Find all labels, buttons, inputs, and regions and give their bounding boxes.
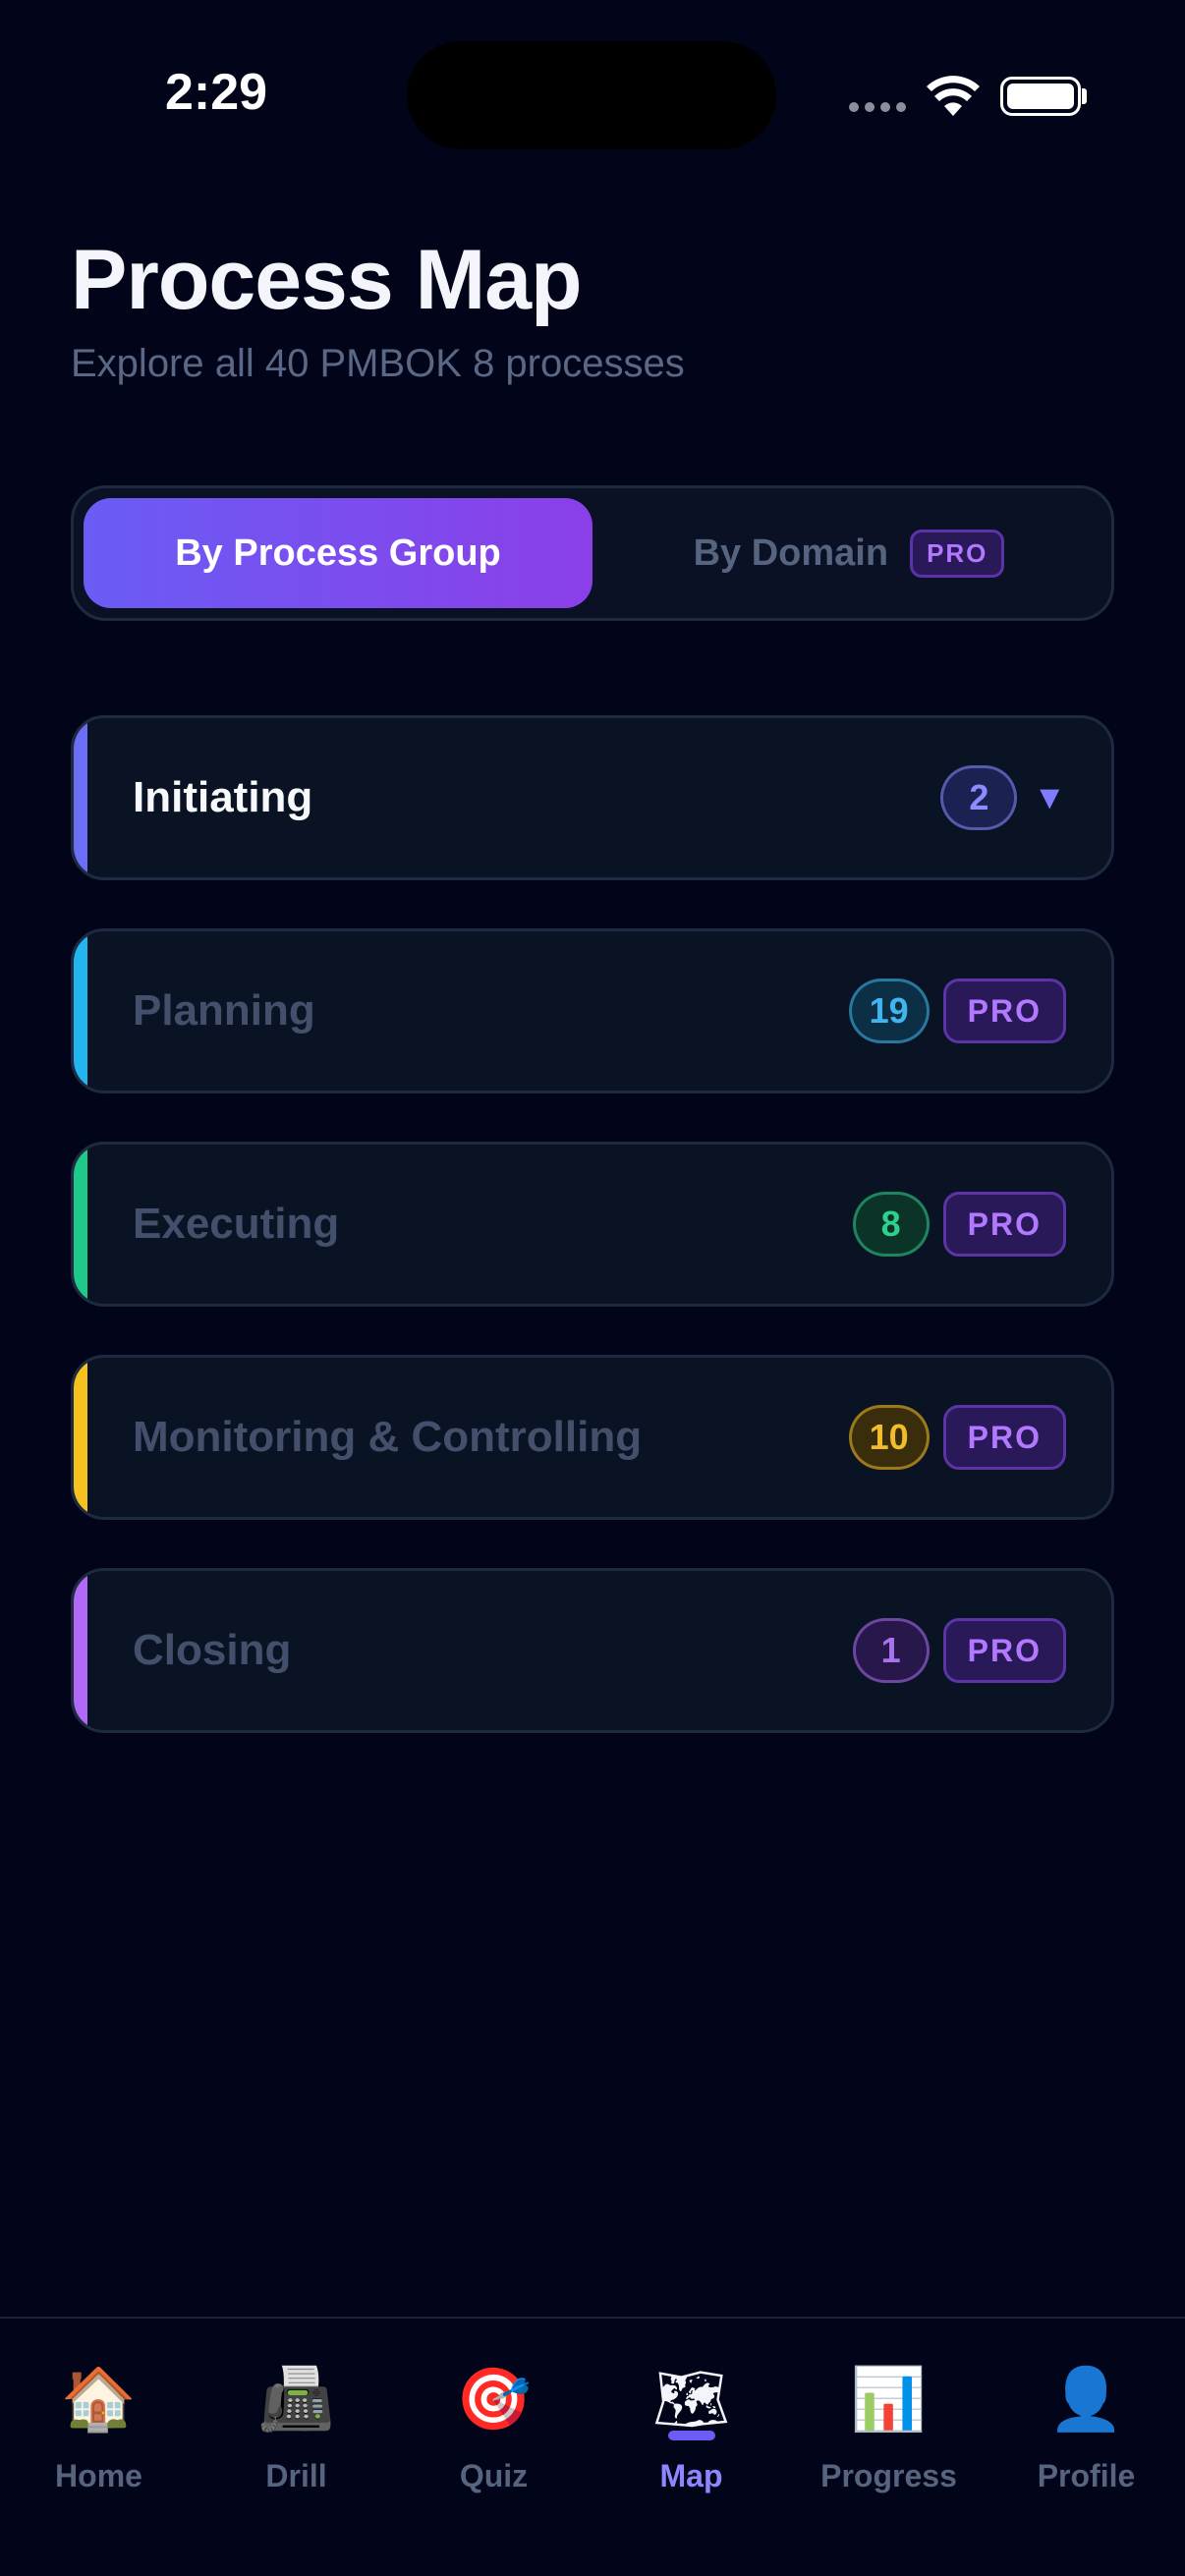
fax-machine-icon: 📠 — [257, 2363, 335, 2435]
status-bar: 2:29 — [0, 0, 1185, 149]
group-name: Planning — [133, 986, 315, 1035]
status-time: 2:29 — [165, 64, 268, 121]
tab-profile[interactable]: 👤 Profile — [988, 2319, 1185, 2576]
group-accent-bar — [74, 931, 87, 1091]
page-title: Process Map — [71, 233, 583, 327]
user-silhouette-icon: 👤 — [1047, 2363, 1125, 2435]
group-accent-bar — [74, 718, 87, 877]
process-count-badge: 10 — [848, 1405, 930, 1470]
tab-label: Progress — [820, 2458, 957, 2493]
active-tab-indicator — [667, 2431, 715, 2440]
process-group-card-monitoring-controlling[interactable]: Monitoring & Controlling 10 PRO — [71, 1355, 1114, 1520]
view-mode-segmented-control: By Process Group By Domain PRO — [71, 485, 1114, 621]
process-count-badge: 1 — [852, 1618, 930, 1683]
process-count-badge: 8 — [852, 1192, 930, 1257]
group-meta: 2 ▼ — [940, 718, 1066, 877]
group-meta: 10 PRO — [848, 1358, 1066, 1517]
segment-by-domain[interactable]: By Domain PRO — [592, 498, 1105, 608]
dynamic-island — [407, 41, 776, 149]
pro-badge: PRO — [942, 1405, 1066, 1470]
segment-by-process-group[interactable]: By Process Group — [84, 498, 592, 608]
bottom-tab-bar: 🏠 Home 📠 Drill 🎯 Quiz 🗺 Map 📊 Progress 👤 Profile — [0, 2317, 1185, 2576]
expand-chevron-icon[interactable]: ▼ — [1033, 779, 1066, 817]
tab-label: Profile — [1037, 2458, 1136, 2493]
group-meta: 19 PRO — [848, 931, 1066, 1091]
tab-drill[interactable]: 📠 Drill — [198, 2319, 395, 2576]
world-map-icon: 🗺 — [652, 2363, 730, 2435]
battery-cap — [1082, 88, 1087, 104]
group-name: Executing — [133, 1200, 340, 1248]
group-accent-bar — [74, 1571, 87, 1730]
process-group-card-planning[interactable]: Planning 19 PRO — [71, 928, 1114, 1093]
tab-label: Drill — [265, 2458, 327, 2493]
house-icon: 🏠 — [60, 2363, 138, 2435]
tab-label: Home — [55, 2458, 142, 2493]
group-meta: 1 PRO — [852, 1571, 1066, 1730]
tab-home[interactable]: 🏠 Home — [0, 2319, 198, 2576]
tab-label: Quiz — [459, 2458, 529, 2493]
wifi-icon — [927, 76, 980, 116]
pro-badge: PRO — [942, 979, 1066, 1043]
segment-by-process-group-label: By Process Group — [175, 532, 501, 574]
segment-by-domain-label: By Domain — [693, 532, 889, 574]
tab-map[interactable]: 🗺 Map — [592, 2319, 790, 2576]
tab-progress[interactable]: 📊 Progress — [790, 2319, 988, 2576]
battery-icon — [1000, 77, 1081, 116]
process-count-badge: 2 — [940, 765, 1018, 830]
pro-badge: PRO — [942, 1618, 1066, 1683]
group-name: Initiating — [133, 773, 313, 821]
pro-badge: PRO — [910, 529, 1005, 578]
pro-badge: PRO — [942, 1192, 1066, 1257]
target-icon: 🎯 — [455, 2363, 533, 2435]
page-subtitle: Explore all 40 PMBOK 8 processes — [71, 342, 685, 385]
process-group-card-executing[interactable]: Executing 8 PRO — [71, 1142, 1114, 1307]
process-group-card-closing[interactable]: Closing 1 PRO — [71, 1568, 1114, 1733]
group-accent-bar — [74, 1358, 87, 1517]
process-group-card-initiating[interactable]: Initiating 2 ▼ — [71, 715, 1114, 880]
cellular-signal-icon — [849, 102, 906, 112]
process-count-badge: 19 — [848, 979, 930, 1043]
group-meta: 8 PRO — [852, 1145, 1066, 1304]
group-accent-bar — [74, 1145, 87, 1304]
tab-quiz[interactable]: 🎯 Quiz — [395, 2319, 592, 2576]
tab-label: Map — [659, 2458, 723, 2493]
group-name: Closing — [133, 1626, 292, 1674]
bar-chart-icon: 📊 — [850, 2363, 928, 2435]
group-name: Monitoring & Controlling — [133, 1413, 643, 1461]
